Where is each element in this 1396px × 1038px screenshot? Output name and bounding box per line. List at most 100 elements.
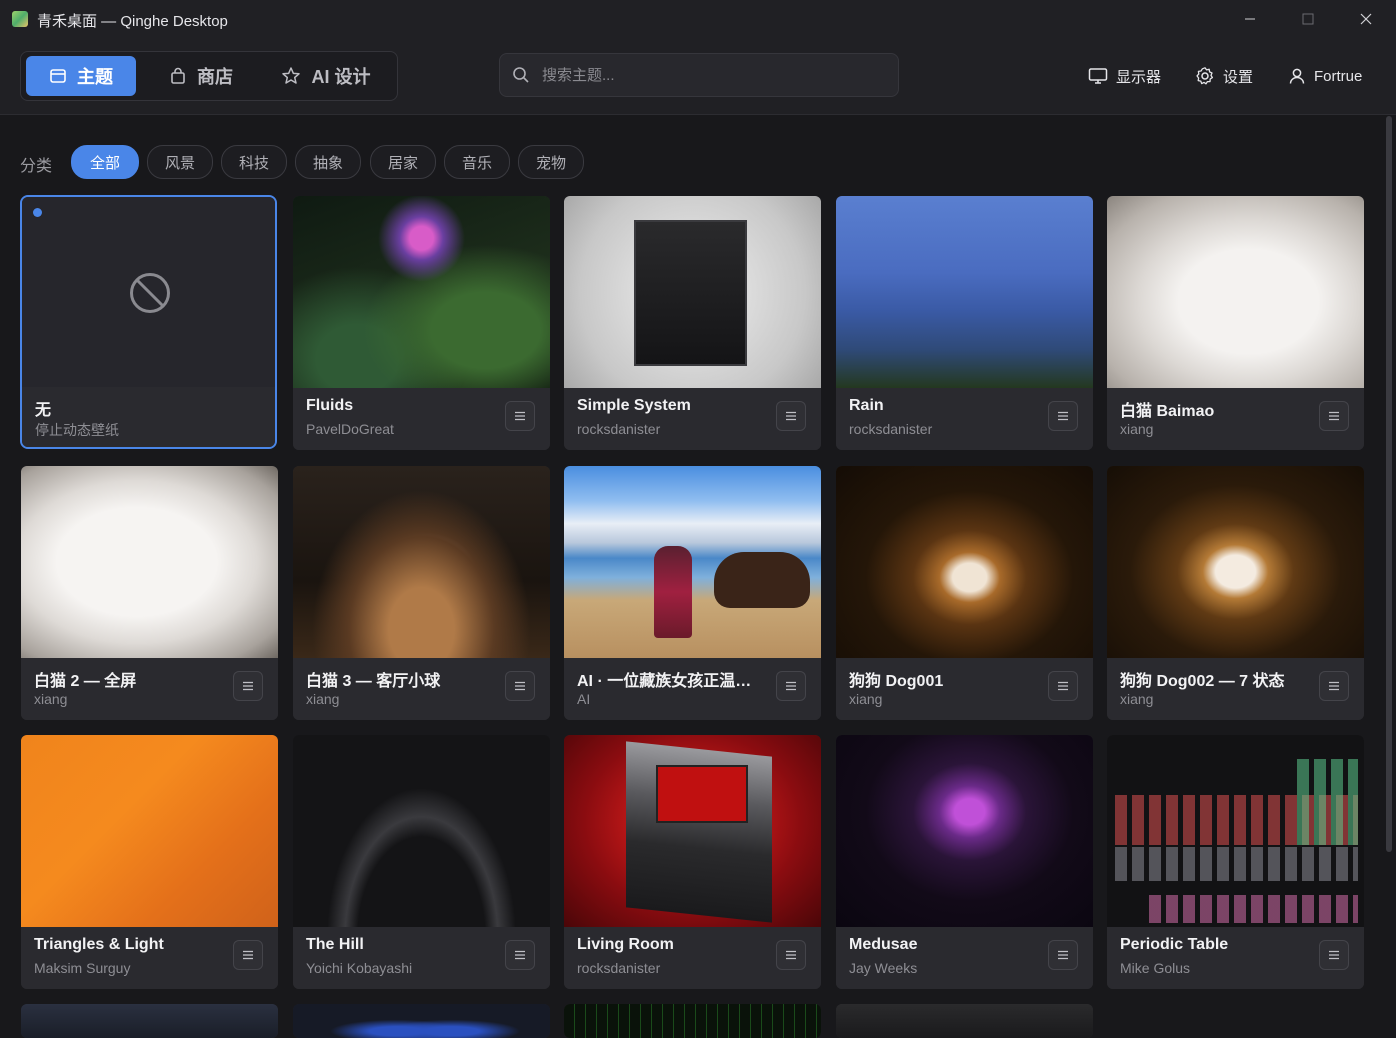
theme-menu-button[interactable]: [1048, 940, 1078, 970]
window-title: 青禾桌面 — Qinghe Desktop: [37, 13, 228, 30]
theme-info: 无 停止动态壁纸: [22, 387, 275, 447]
maximize-button[interactable]: [1280, 0, 1336, 38]
theme-card-rain[interactable]: Rain rocksdanister: [836, 196, 1093, 450]
theme-card-partial[interactable]: [293, 1004, 550, 1038]
theme-thumbnail: [293, 466, 550, 658]
theme-thumbnail: [293, 196, 550, 388]
theme-menu-button[interactable]: [233, 671, 263, 701]
minimize-button[interactable]: [1222, 0, 1278, 38]
theme-info: Simple System rocksdanister: [564, 388, 821, 450]
theme-menu-button[interactable]: [505, 940, 535, 970]
hamburger-icon: [1329, 950, 1339, 960]
theme-card-triangles-light[interactable]: Triangles & Light Maksim Surguy: [21, 735, 278, 989]
category-chip-abstract[interactable]: 抽象: [295, 145, 361, 179]
hamburger-icon: [243, 950, 253, 960]
theme-card-simple-system[interactable]: Simple System rocksdanister: [564, 196, 821, 450]
theme-menu-button[interactable]: [776, 401, 806, 431]
theme-menu-button[interactable]: [1319, 671, 1349, 701]
theme-title: The Hill: [306, 936, 364, 953]
theme-card-partial[interactable]: [564, 1004, 821, 1038]
theme-menu-button[interactable]: [776, 671, 806, 701]
theme-author: xiang: [849, 691, 883, 707]
theme-author: Yoichi Kobayashi: [306, 960, 413, 976]
selected-indicator: [33, 208, 42, 217]
theme-card-periodic-table[interactable]: Periodic Table Mike Golus: [1107, 735, 1364, 989]
theme-menu-button[interactable]: [1048, 401, 1078, 431]
theme-card-living-room[interactable]: Living Room rocksdanister: [564, 735, 821, 989]
theme-author: xiang: [34, 691, 68, 707]
theme-card-baimao[interactable]: 白猫 Baimao xiang: [1107, 196, 1364, 450]
theme-info: AI · 一位藏族女孩正温柔地牵着牦牛 AI: [564, 658, 821, 720]
theme-title: Rain: [849, 397, 884, 414]
theme-title: Living Room: [577, 936, 674, 953]
hamburger-icon: [1058, 411, 1068, 421]
theme-menu-button[interactable]: [233, 940, 263, 970]
monitor-button[interactable]: 显示器: [1088, 62, 1161, 90]
tab-ai-design[interactable]: AI 设计: [271, 56, 381, 96]
tab-store[interactable]: 商店: [151, 56, 251, 96]
close-button[interactable]: [1338, 0, 1394, 38]
theme-menu-button[interactable]: [1319, 940, 1349, 970]
theme-card-none[interactable]: 无 停止动态壁纸: [20, 195, 277, 449]
ban-icon: [130, 273, 170, 313]
theme-card-partial[interactable]: [21, 1004, 278, 1038]
theme-title: AI · 一位藏族女孩正温柔地牵着牦牛: [577, 673, 767, 690]
theme-title: 无: [35, 402, 52, 419]
category-chip-music[interactable]: 音乐: [444, 145, 510, 179]
theme-thumbnail: [293, 1004, 550, 1038]
monitor-icon: [1088, 68, 1108, 84]
theme-info: The Hill Yoichi Kobayashi: [293, 927, 550, 989]
theme-thumbnail: [293, 735, 550, 927]
theme-thumbnail: [836, 1004, 1093, 1038]
theme-title: 白猫 3 — 客厅小球: [306, 673, 441, 690]
theme-title: Periodic Table: [1120, 936, 1229, 953]
theme-card-partial[interactable]: [836, 1004, 1093, 1038]
theme-title: Simple System: [577, 397, 691, 414]
theme-card-dog002[interactable]: 狗狗 Dog002 — 7 状态 xiang: [1107, 466, 1364, 720]
periodic-grid-green: [1295, 759, 1358, 845]
theme-menu-button[interactable]: [1048, 671, 1078, 701]
theme-card-dog001[interactable]: 狗狗 Dog001 xiang: [836, 466, 1093, 720]
theme-thumbnail: [564, 196, 821, 388]
category-chip-pets[interactable]: 宠物: [518, 145, 584, 179]
category-chip-tech[interactable]: 科技: [221, 145, 287, 179]
hamburger-icon: [1329, 411, 1339, 421]
theme-card-ai-tibetan-girl[interactable]: AI · 一位藏族女孩正温柔地牵着牦牛 AI: [564, 466, 821, 720]
theme-info: Fluids PavelDoGreat: [293, 388, 550, 450]
theme-title: 白猫 2 — 全屏: [34, 673, 137, 690]
theme-info: Triangles & Light Maksim Surguy: [21, 927, 278, 989]
theme-menu-button[interactable]: [505, 401, 535, 431]
main-nav: 主题 商店 AI 设计: [20, 51, 398, 101]
theme-author: PavelDoGreat: [306, 421, 394, 437]
theme-card-medusae[interactable]: Medusae Jay Weeks: [836, 735, 1093, 989]
user-button[interactable]: Fortrue: [1288, 62, 1362, 90]
hamburger-icon: [515, 411, 525, 421]
theme-author: rocksdanister: [849, 421, 933, 437]
yak-figure: [714, 552, 810, 608]
motherboard-image: [634, 220, 747, 366]
theme-info: 白猫 Baimao xiang: [1107, 388, 1364, 450]
category-chip-scenery[interactable]: 风景: [147, 145, 213, 179]
theme-title: Triangles & Light: [34, 936, 164, 953]
hamburger-icon: [1058, 681, 1068, 691]
settings-button[interactable]: 设置: [1195, 62, 1253, 90]
hamburger-icon: [786, 411, 796, 421]
theme-card-fluids[interactable]: Fluids PavelDoGreat: [293, 196, 550, 450]
category-chip-home[interactable]: 居家: [370, 145, 436, 179]
category-chip-all[interactable]: 全部: [71, 145, 139, 179]
theme-card-the-hill[interactable]: The Hill Yoichi Kobayashi: [293, 735, 550, 989]
theme-title: 狗狗 Dog001: [849, 673, 944, 690]
girl-figure: [654, 546, 692, 638]
star-icon: [282, 67, 301, 84]
app-header: 主题 商店 AI 设计 显示器 设置 Fortrue: [0, 38, 1396, 115]
theme-card-baimao-2[interactable]: 白猫 2 — 全屏 xiang: [21, 466, 278, 720]
scrollbar-thumb[interactable]: [1386, 116, 1392, 852]
theme-menu-button[interactable]: [1319, 401, 1349, 431]
theme-card-baimao-3[interactable]: 白猫 3 — 客厅小球 xiang: [293, 466, 550, 720]
theme-menu-button[interactable]: [776, 940, 806, 970]
tab-themes[interactable]: 主题: [26, 56, 136, 96]
tab-themes-label: 主题: [77, 67, 113, 87]
theme-menu-button[interactable]: [505, 671, 535, 701]
minimize-icon: [1245, 18, 1255, 20]
search-input[interactable]: [540, 60, 884, 90]
